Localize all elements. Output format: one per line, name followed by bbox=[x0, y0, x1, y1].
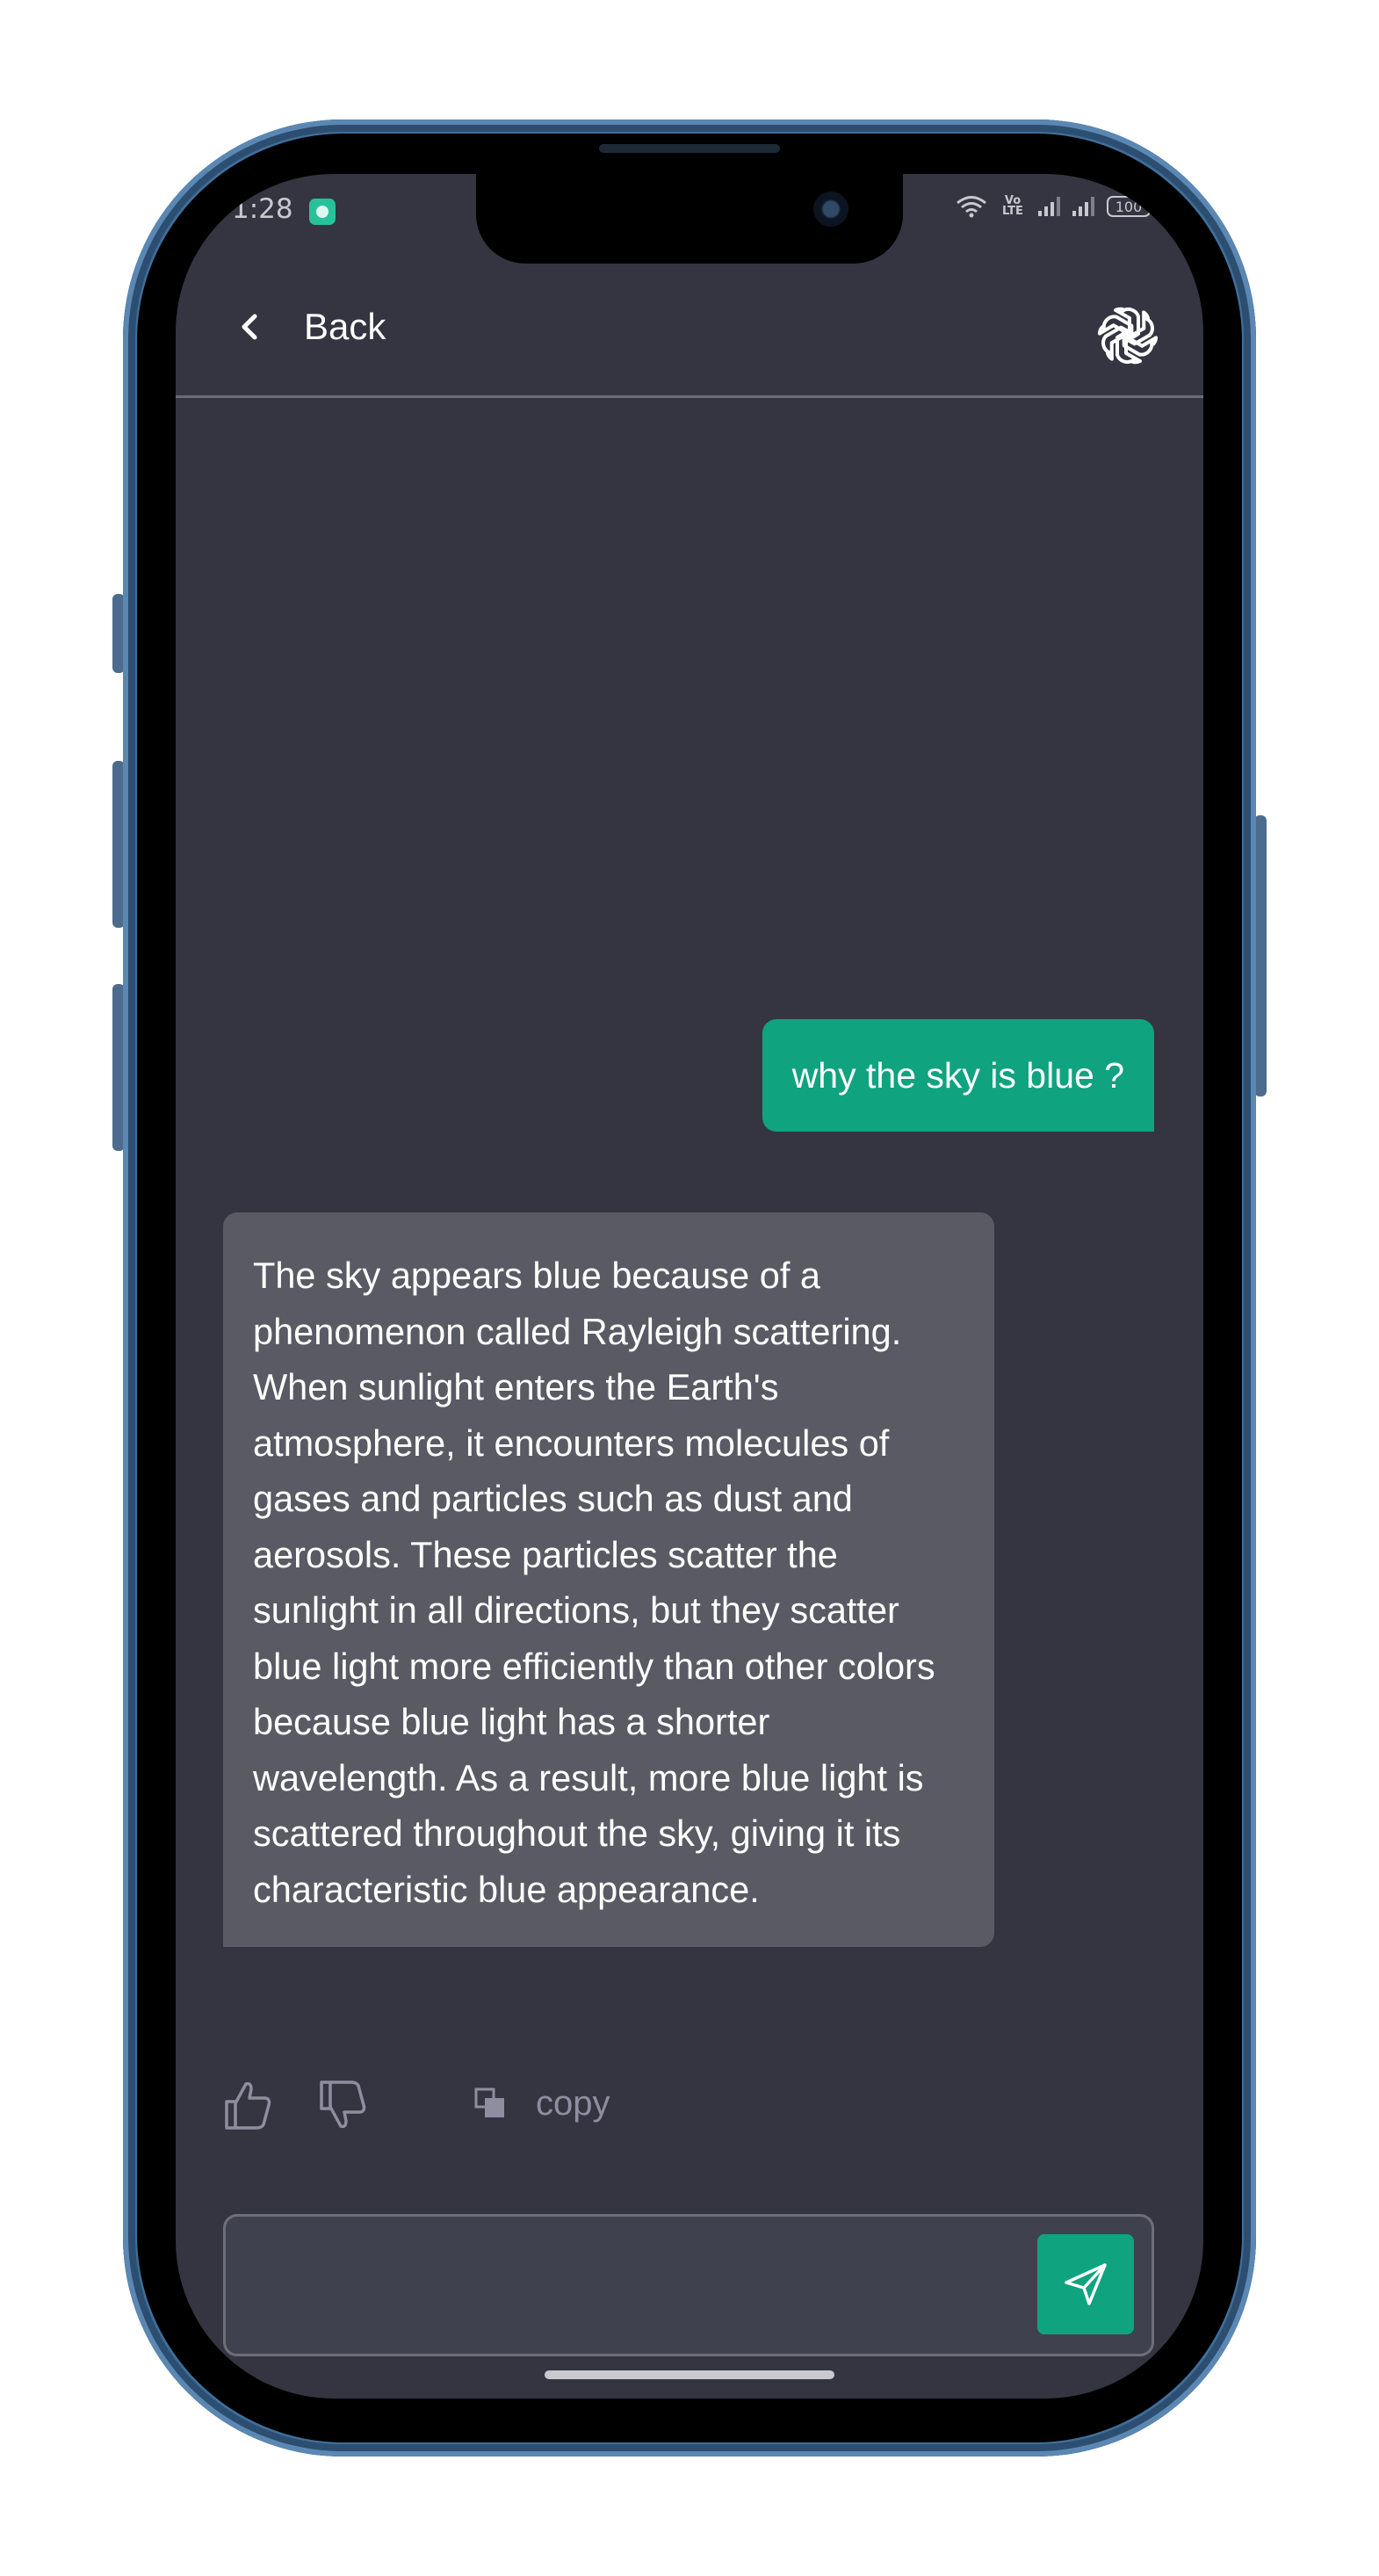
thumbs-down-icon[interactable] bbox=[318, 2079, 367, 2131]
assistant-message: The sky appears blue because of a phenom… bbox=[223, 1212, 994, 1947]
send-icon bbox=[1065, 2263, 1107, 2305]
message-input[interactable] bbox=[243, 2234, 1020, 2338]
user-message: why the sky is blue ? bbox=[762, 1019, 1154, 1132]
app-screen: 1:28 Vo LTE 100 Back why the sky is blue… bbox=[176, 174, 1203, 2399]
signal-icon bbox=[1038, 197, 1060, 216]
back-label: Back bbox=[304, 306, 386, 347]
openai-logo-icon[interactable] bbox=[1096, 304, 1159, 367]
notch bbox=[476, 174, 903, 264]
top-speaker bbox=[599, 144, 780, 153]
battery-icon: 100 bbox=[1107, 196, 1151, 217]
copy-icon[interactable] bbox=[473, 2086, 508, 2121]
send-button[interactable] bbox=[1037, 2234, 1134, 2334]
notification-app-icon bbox=[309, 199, 336, 225]
volte-indicator: Vo LTE bbox=[1002, 194, 1023, 218]
front-camera-icon bbox=[813, 192, 848, 227]
back-button[interactable]: Back bbox=[237, 306, 386, 348]
message-composer bbox=[223, 2214, 1154, 2356]
status-icons: Vo LTE 100 bbox=[956, 195, 1151, 218]
chevron-left-icon bbox=[242, 314, 257, 340]
wifi-icon bbox=[957, 196, 986, 218]
home-indicator[interactable] bbox=[545, 2370, 834, 2379]
message-actions: copy bbox=[223, 2079, 750, 2140]
status-time: 1:28 bbox=[232, 193, 293, 225]
chat-header: Back bbox=[176, 279, 1203, 398]
signal-icon-2 bbox=[1072, 197, 1094, 216]
power-button bbox=[1254, 815, 1267, 1096]
copy-button-label[interactable]: copy bbox=[536, 2084, 610, 2124]
thumbs-up-icon[interactable] bbox=[223, 2079, 272, 2131]
